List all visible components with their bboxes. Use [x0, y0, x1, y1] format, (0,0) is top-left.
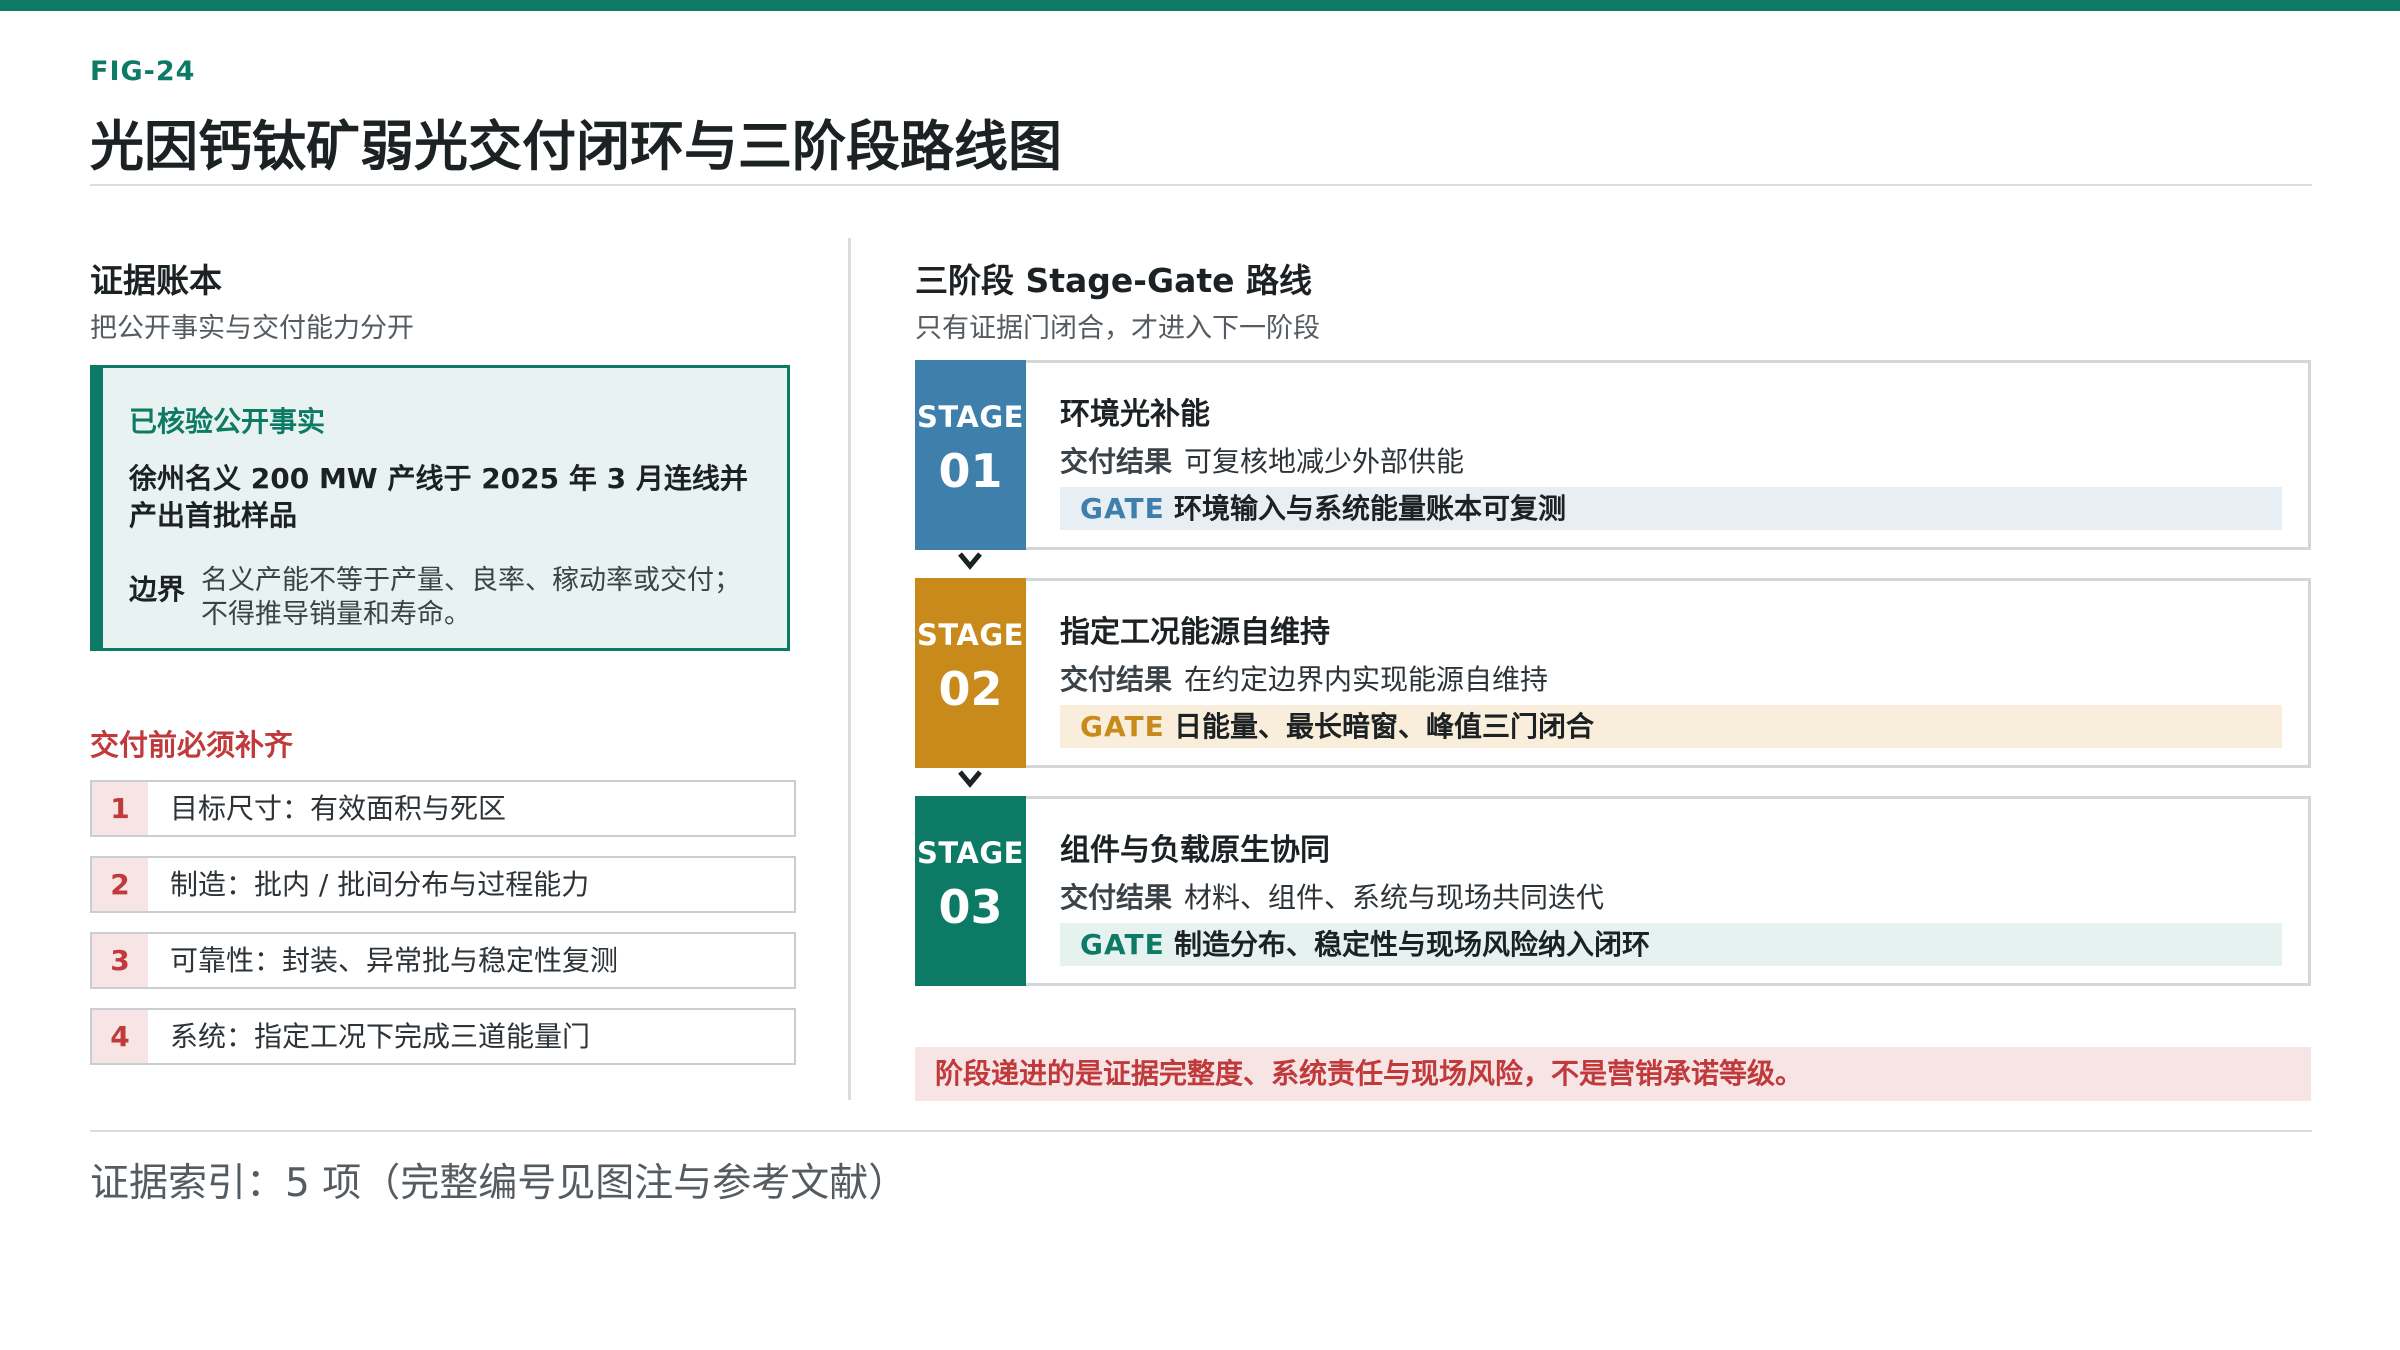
- requirement-row: 3 可靠性：封装、异常批与稳定性复测: [90, 932, 796, 989]
- stage-number: 03: [938, 880, 1003, 934]
- stage-title: 环境光补能: [1060, 397, 1210, 432]
- figure-label: FIG-24: [90, 56, 196, 87]
- stage-number: 02: [938, 662, 1003, 716]
- ledger-title: 证据账本: [90, 261, 222, 300]
- requirement-number: 4: [92, 1010, 148, 1063]
- evidence-index-footer: 证据索引：5 项（完整编号见图注与参考文献）: [90, 1161, 908, 1206]
- requirement-number: 3: [92, 934, 148, 987]
- gate-text: 制造分布、稳定性与现场风险纳入闭环: [1174, 928, 1651, 961]
- stage-title: 指定工况能源自维持: [1060, 615, 1330, 650]
- gate-bar-01: GATE 环境输入与系统能量账本可复测: [1060, 487, 2282, 530]
- warning-note-banner: 阶段递进的是证据完整度、系统责任与现场风险，不是营销承诺等级。: [915, 1047, 2311, 1101]
- requirement-text: 可靠性：封装、异常批与稳定性复测: [170, 944, 619, 977]
- stage-badge-01: STAGE 01: [915, 360, 1026, 550]
- top-accent-bar: [0, 0, 2400, 11]
- verified-facts-heading: 已核验公开事实: [129, 405, 326, 438]
- result-text: 材料、组件、系统与现场共同迭代: [1184, 881, 1605, 914]
- requirement-text: 目标尺寸：有效面积与死区: [170, 792, 507, 825]
- result-text: 在约定边界内实现能源自维持: [1184, 663, 1549, 696]
- requirement-text: 系统：指定工况下完成三道能量门: [170, 1020, 591, 1053]
- stage-word: STAGE: [917, 836, 1024, 870]
- stage-badge-03: STAGE 03: [915, 796, 1026, 986]
- requirement-row: 1 目标尺寸：有效面积与死区: [90, 780, 796, 837]
- requirements-title: 交付前必须补齐: [90, 728, 294, 762]
- chevron-down-icon: [958, 770, 982, 788]
- stage-title: 组件与负载原生协同: [1060, 833, 1330, 868]
- title-divider: [90, 184, 2312, 186]
- gate-text: 环境输入与系统能量账本可复测: [1174, 492, 1567, 525]
- chevron-down-icon: [958, 552, 982, 570]
- requirement-row: 4 系统：指定工况下完成三道能量门: [90, 1008, 796, 1065]
- result-label: 交付结果: [1060, 881, 1173, 914]
- requirement-text: 制造：批内 / 批间分布与过程能力: [170, 868, 590, 901]
- column-divider: [848, 238, 851, 1100]
- roadmap-title: 三阶段 Stage-Gate 路线: [915, 261, 1312, 300]
- stage-word: STAGE: [917, 400, 1024, 434]
- boundary-label: 边界: [129, 573, 186, 606]
- stage-badge-02: STAGE 02: [915, 578, 1026, 768]
- verified-facts-card: 已核验公开事实 徐州名义 200 MW 产线于 2025 年 3 月连线并产出首…: [90, 365, 790, 651]
- verified-fact-text: 徐州名义 200 MW 产线于 2025 年 3 月连线并产出首批样品: [129, 462, 748, 532]
- warning-note-text: 阶段递进的是证据完整度、系统责任与现场风险，不是营销承诺等级。: [935, 1057, 1804, 1090]
- requirement-number: 2: [92, 858, 148, 911]
- stage-number: 01: [938, 444, 1003, 498]
- result-label: 交付结果: [1060, 663, 1173, 696]
- gate-text: 日能量、最长暗窗、峰值三门闭合: [1174, 710, 1595, 743]
- boundary-text: 名义产能不等于产量、良率、稼动率或交付；不得推导销量和寿命。: [201, 565, 741, 630]
- page-title: 光因钙钛矿弱光交付闭环与三阶段路线图: [90, 115, 1062, 178]
- ledger-subtitle: 把公开事实与交付能力分开: [90, 313, 414, 344]
- stage-word: STAGE: [917, 618, 1024, 652]
- footer-divider: [90, 1130, 2312, 1132]
- gate-label: GATE: [1080, 710, 1165, 743]
- gate-bar-02: GATE 日能量、最长暗窗、峰值三门闭合: [1060, 705, 2282, 748]
- roadmap-subtitle: 只有证据门闭合，才进入下一阶段: [915, 313, 1320, 344]
- requirement-number: 1: [92, 782, 148, 835]
- gate-bar-03: GATE 制造分布、稳定性与现场风险纳入闭环: [1060, 923, 2282, 966]
- requirement-row: 2 制造：批内 / 批间分布与过程能力: [90, 856, 796, 913]
- gate-label: GATE: [1080, 928, 1165, 961]
- gate-label: GATE: [1080, 492, 1165, 525]
- result-text: 可复核地减少外部供能: [1184, 445, 1465, 478]
- result-label: 交付结果: [1060, 445, 1173, 478]
